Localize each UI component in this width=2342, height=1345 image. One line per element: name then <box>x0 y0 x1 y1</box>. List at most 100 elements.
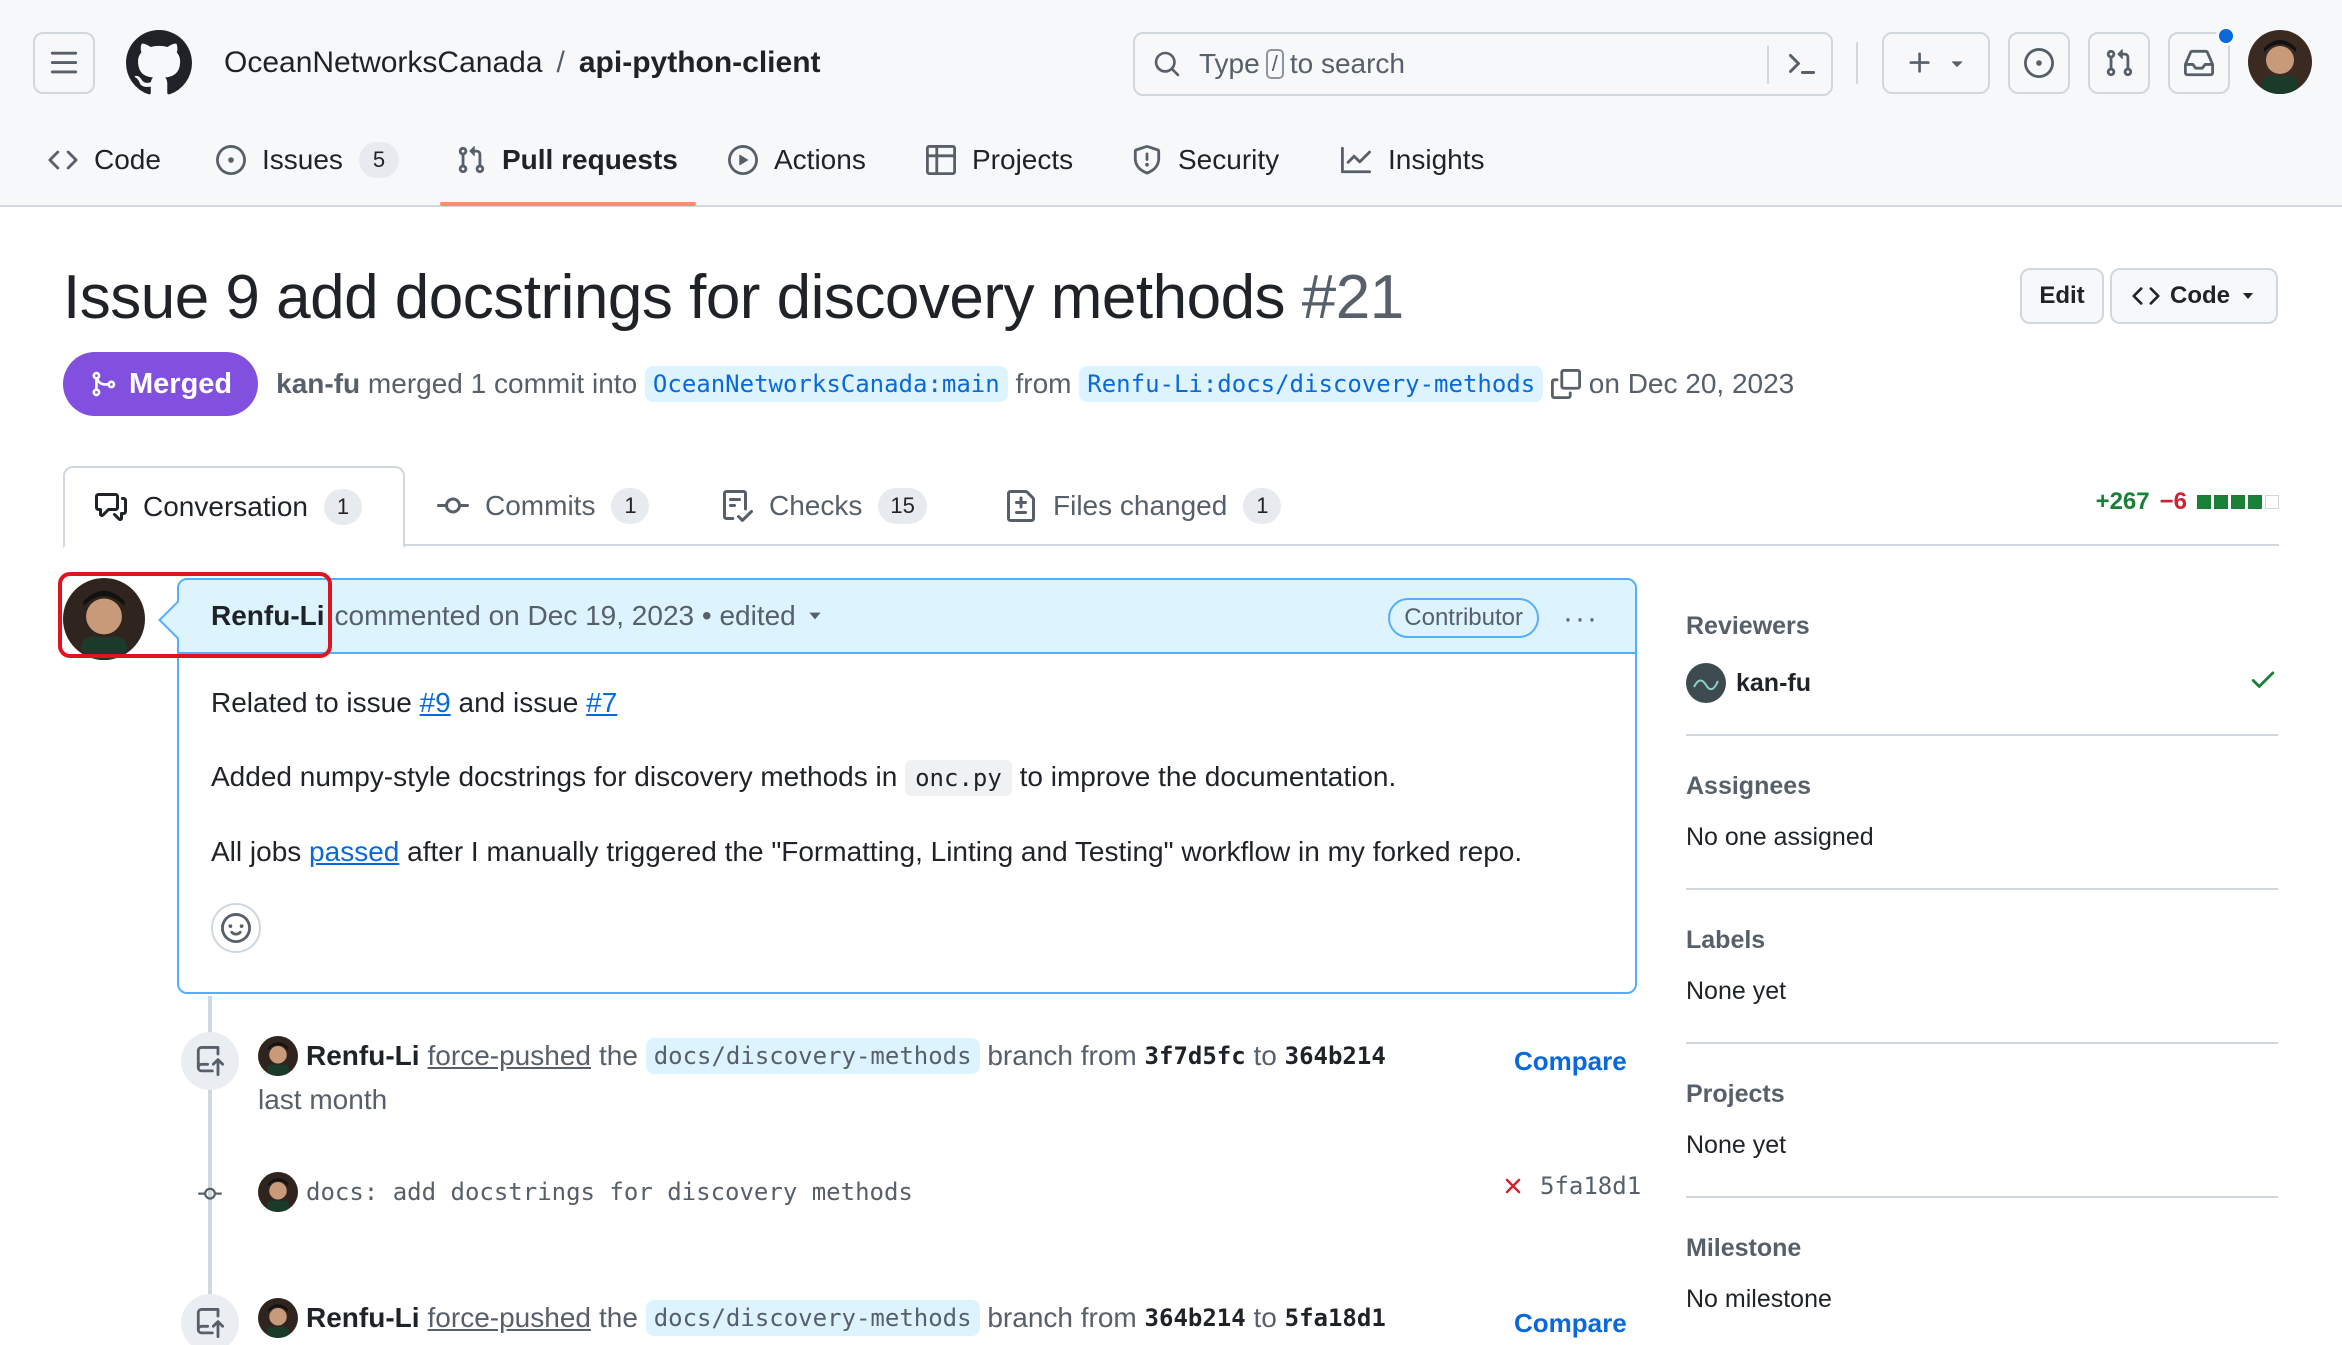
reviewer-row: kan-fu <box>1686 663 2278 703</box>
file-diff-icon <box>1005 490 1037 522</box>
git-commit-icon <box>192 1182 228 1206</box>
tab-files-changed[interactable]: Files changed 1 <box>1005 466 1282 546</box>
user-avatar[interactable] <box>2248 30 2312 94</box>
text-added: Added numpy-style docstrings for discove… <box>211 761 898 792</box>
tab-checks[interactable]: Checks 15 <box>721 466 927 546</box>
check-icon <box>2248 664 2278 694</box>
search-placeholder-prefix: Type <box>1199 48 1260 79</box>
compare-link[interactable]: Compare <box>1514 1046 1627 1077</box>
nav-projects-label: Projects <box>972 144 1074 175</box>
relative-time[interactable]: last month <box>258 1084 387 1116</box>
force-pushed-link[interactable]: force-pushed <box>428 1040 591 1072</box>
timeline-event-1-time: last month <box>258 1084 387 1116</box>
merger-link[interactable]: kan-fu <box>276 368 360 400</box>
comment-author-avatar[interactable] <box>63 578 145 660</box>
base-branch-link[interactable]: OceanNetworksCanada:main <box>644 366 1008 402</box>
nav-pull-requests-label: Pull requests <box>502 144 678 175</box>
compare-link[interactable]: Compare <box>1514 1308 1627 1339</box>
event-author-link[interactable]: Renfu-Li <box>306 1302 420 1334</box>
text-to: to <box>1253 1040 1277 1071</box>
text-to: to <box>1253 1302 1277 1333</box>
commit-sha-link[interactable]: 5fa18d1 <box>1540 1172 1641 1200</box>
text-branch-from: branch from <box>987 1040 1137 1071</box>
text-improve: to improve the documentation. <box>1019 761 1397 792</box>
to-sha-link[interactable]: 364b214 <box>1285 1042 1386 1070</box>
to-sha-link[interactable]: 5fa18d1 <box>1285 1304 1386 1332</box>
caret-down-icon <box>2240 288 2256 304</box>
tab-conversation[interactable]: Conversation 1 <box>63 466 405 548</box>
pr-number: #21 <box>1301 263 1404 332</box>
your-pull-requests-button[interactable] <box>2088 32 2150 94</box>
reviewer-avatar[interactable] <box>1686 663 1726 703</box>
search-input[interactable]: Type / to search <box>1133 32 1833 96</box>
nav-pull-requests[interactable]: Pull requests <box>456 130 678 190</box>
your-issues-button[interactable] <box>2008 32 2070 94</box>
branch-tag[interactable]: docs/discovery-methods <box>645 1300 980 1336</box>
event-author-avatar[interactable] <box>258 1036 298 1076</box>
github-logo-icon[interactable] <box>126 30 192 96</box>
event-author-link[interactable]: Renfu-Li <box>306 1040 420 1072</box>
command-palette-icon[interactable] <box>1785 48 1817 80</box>
text-all-jobs: All jobs <box>211 836 302 867</box>
add-reaction-button[interactable] <box>211 903 261 953</box>
pr-meta-row: Merged kan-fu merged 1 commit into Ocean… <box>63 352 1794 416</box>
tab-files-changed-count: 1 <box>1243 488 1282 524</box>
merged-text: merged 1 commit into <box>367 368 638 399</box>
graph-icon <box>1340 145 1372 175</box>
smiley-icon <box>221 913 251 943</box>
comment-meta[interactable]: commented on Dec 19, 2023 • edited <box>335 600 796 632</box>
projects-heading[interactable]: Projects <box>1686 1080 2278 1109</box>
repo-navigation: Code Issues 5 Pull requests Actions Proj… <box>0 130 2342 207</box>
git-pull-request-icon <box>456 145 486 175</box>
from-sha-link[interactable]: 3f7d5fc <box>1145 1042 1246 1070</box>
shield-icon <box>1132 145 1162 175</box>
copy-icon[interactable] <box>1550 369 1581 399</box>
commit-row: docs: add docstrings for discovery metho… <box>258 1172 913 1212</box>
milestone-heading[interactable]: Milestone <box>1686 1234 2278 1263</box>
menu-button[interactable] <box>33 32 95 94</box>
issue-7-link[interactable]: #7 <box>586 687 617 718</box>
edit-label: Edit <box>2039 282 2085 309</box>
commit-message-link[interactable]: docs: add docstrings for discovery metho… <box>306 1178 913 1206</box>
force-pushed-link[interactable]: force-pushed <box>428 1302 591 1334</box>
from-sha-link[interactable]: 364b214 <box>1145 1304 1246 1332</box>
nav-code[interactable]: Code <box>48 130 161 190</box>
code-dropdown-button[interactable]: Code <box>2110 268 2278 324</box>
labels-heading[interactable]: Labels <box>1686 926 2278 955</box>
assignees-heading[interactable]: Assignees <box>1686 772 2278 801</box>
edit-title-button[interactable]: Edit <box>2020 268 2104 324</box>
nav-insights[interactable]: Insights <box>1340 130 1485 190</box>
repo-owner-link[interactable]: OceanNetworksCanada <box>224 46 543 80</box>
nav-security[interactable]: Security <box>1132 130 1279 190</box>
issue-9-link[interactable]: #9 <box>420 687 451 718</box>
reviewers-heading[interactable]: Reviewers <box>1686 612 2278 641</box>
event-author-avatar[interactable] <box>258 1298 298 1338</box>
plus-icon <box>1906 49 1934 77</box>
x-icon[interactable] <box>1500 1173 1526 1199</box>
active-tab-indicator <box>440 202 696 206</box>
repo-name-link[interactable]: api-python-client <box>579 46 821 80</box>
nav-insights-label: Insights <box>1388 144 1485 175</box>
text-and-issue: and issue <box>458 687 579 718</box>
passed-link[interactable]: passed <box>309 836 399 867</box>
nav-projects[interactable]: Projects <box>926 130 1073 190</box>
create-new-button[interactable] <box>1882 32 1990 94</box>
repo-push-icon <box>181 1294 239 1345</box>
reviewer-name-link[interactable]: kan-fu <box>1736 669 1811 698</box>
caret-down-icon[interactable] <box>806 607 824 625</box>
caret-down-icon <box>1948 54 1966 72</box>
search-divider <box>1767 46 1769 84</box>
branch-tag[interactable]: docs/discovery-methods <box>645 1038 980 1074</box>
nav-issues[interactable]: Issues 5 <box>216 130 399 190</box>
head-branch-link[interactable]: Renfu-Li:docs/discovery-methods <box>1079 366 1544 402</box>
diffstat-blocks <box>2197 495 2279 509</box>
diffstat-additions: +267 <box>2095 488 2150 515</box>
tab-commits[interactable]: Commits 1 <box>437 466 650 546</box>
tab-conversation-label: Conversation <box>143 491 308 522</box>
comment-discussion-icon <box>95 491 127 523</box>
kebab-horizontal-icon[interactable]: ··· <box>1563 602 1599 636</box>
commit-author-avatar[interactable] <box>258 1172 298 1212</box>
header-divider <box>1856 42 1858 84</box>
comment-author-link[interactable]: Renfu-Li <box>211 600 325 632</box>
nav-actions[interactable]: Actions <box>728 130 866 190</box>
